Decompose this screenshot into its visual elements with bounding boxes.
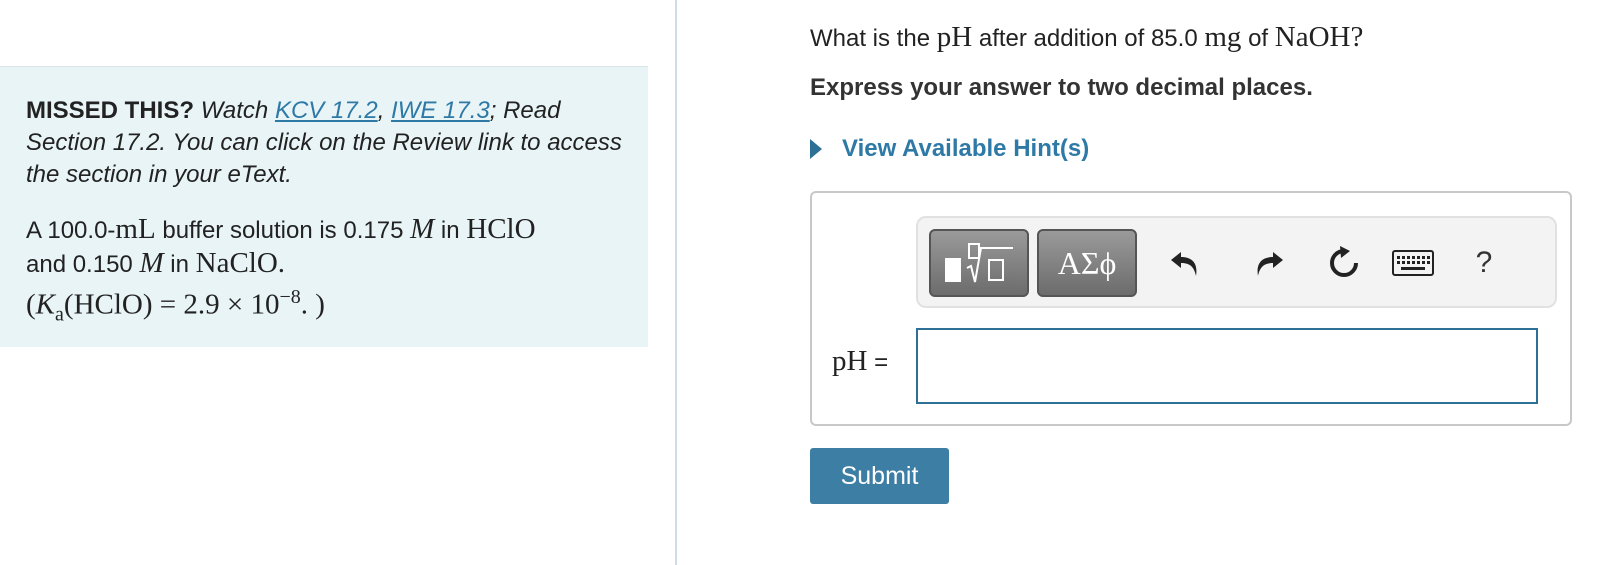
ka-expression: (Ka(HClO) = 2.9 × 10−8. )	[26, 281, 622, 330]
iwe-link[interactable]: IWE 17.3	[391, 97, 490, 124]
missed-this-text: MISSED THIS? Watch KCV 17.2, IWE 17.3; R…	[26, 95, 622, 191]
greek-symbols-button[interactable]: ΑΣϕ	[1037, 229, 1137, 297]
question-ph: pH	[936, 21, 973, 53]
ka-symbol: K	[35, 288, 56, 321]
problem-text: and 0.150	[26, 251, 140, 278]
answer-instruction: Express your answer to two decimal place…	[810, 74, 1313, 101]
problem-text: A 100.0-	[26, 217, 116, 244]
ka-paren: . )	[300, 288, 325, 321]
problem-text: in	[434, 217, 467, 244]
problem-line-2: and 0.150 M in NaClO.	[26, 247, 622, 281]
undo-button[interactable]	[1166, 243, 1206, 283]
question-text: What is the pH after addition of 85.0 mg…	[810, 20, 1363, 56]
caret-right-icon	[810, 139, 822, 159]
ka-exponent: −8	[279, 286, 301, 308]
keyboard-button[interactable]	[1390, 243, 1436, 283]
ka-paren: (	[26, 288, 36, 321]
question-part: ?	[1350, 21, 1364, 53]
answer-equals: =	[867, 349, 889, 376]
templates-icon	[945, 243, 1013, 283]
volume-unit: mL	[115, 213, 156, 245]
view-hints-label[interactable]: View Available Hint(s)	[842, 135, 1089, 163]
column-divider	[675, 0, 677, 565]
missed-watch-text: Watch	[200, 97, 269, 124]
problem-text: buffer solution is 0.175	[155, 217, 411, 244]
undo-icon	[1171, 252, 1197, 276]
answer-area: ΑΣϕ ? pH =	[810, 191, 1572, 426]
ka-subscript: a	[55, 303, 64, 326]
molarity-symbol: M	[410, 213, 435, 245]
question-part: after addition of 85.0	[972, 25, 1205, 52]
ph-answer-input[interactable]	[916, 328, 1538, 404]
link-separator: ,	[377, 97, 385, 124]
answer-variable: pH	[832, 345, 868, 377]
greek-label: ΑΣϕ	[1057, 244, 1117, 281]
submit-button[interactable]: Submit	[810, 448, 949, 504]
view-hints-toggle[interactable]: View Available Hint(s)	[810, 132, 1089, 166]
reset-icon	[1330, 246, 1358, 277]
salt-formula: NaClO	[195, 247, 278, 279]
redo-icon	[1257, 252, 1283, 276]
math-toolbar: ΑΣϕ ?	[916, 216, 1557, 308]
missed-this-panel: MISSED THIS? Watch KCV 17.2, IWE 17.3; R…	[0, 66, 648, 347]
question-part: What is the	[810, 25, 937, 52]
molarity-symbol: M	[139, 247, 164, 279]
answer-label: pH =	[832, 345, 888, 378]
acid-formula: HClO	[466, 213, 536, 245]
kcv-link[interactable]: KCV 17.2	[275, 97, 378, 124]
redo-button[interactable]	[1248, 243, 1288, 283]
problem-text: in	[163, 251, 196, 278]
problem-line-1: A 100.0-mL buffer solution is 0.175 M in…	[26, 213, 622, 247]
problem-text: .	[277, 247, 286, 279]
reset-button[interactable]	[1324, 243, 1364, 283]
keyboard-icon	[1392, 250, 1434, 276]
help-button[interactable]: ?	[1464, 243, 1504, 283]
missed-this-title: MISSED THIS?	[26, 97, 195, 124]
question-base: NaOH	[1274, 21, 1351, 53]
templates-button[interactable]	[929, 229, 1029, 297]
problem-statement: A 100.0-mL buffer solution is 0.175 M in…	[26, 213, 622, 330]
question-unit: mg	[1204, 21, 1242, 53]
ka-value: (HClO) = 2.9 × 10	[63, 288, 280, 321]
question-part: of	[1241, 25, 1275, 52]
